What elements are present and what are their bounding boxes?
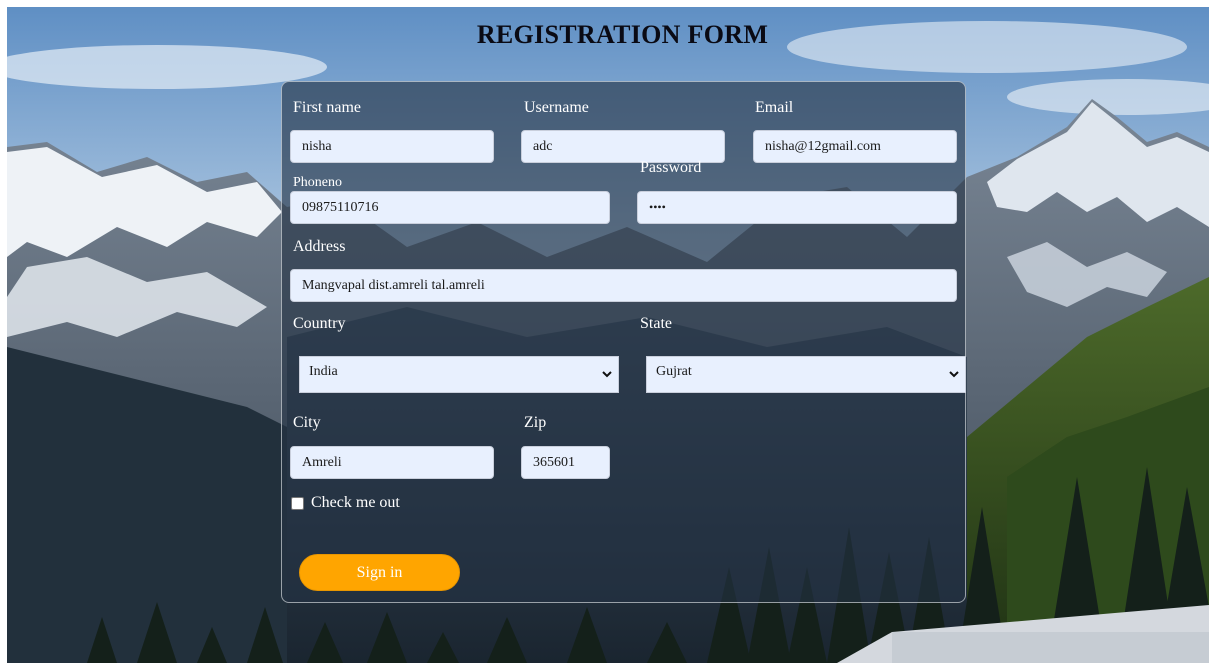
password-label: Password [640, 159, 702, 176]
zip-input[interactable] [521, 446, 610, 479]
city-input[interactable] [290, 446, 494, 479]
phone-label: Phoneno [293, 175, 342, 190]
password-input[interactable] [637, 191, 957, 224]
check-me-out-label: Check me out [311, 494, 400, 511]
username-label: Username [524, 99, 589, 116]
state-selected-value: Gujrat [656, 364, 692, 379]
country-label: Country [293, 315, 346, 332]
phone-input[interactable] [290, 191, 610, 224]
country-select[interactable]: India [299, 356, 619, 393]
address-label: Address [293, 238, 346, 255]
check-me-out-checkbox[interactable] [291, 497, 304, 510]
chevron-down-icon [602, 371, 612, 378]
city-label: City [293, 414, 321, 431]
state-label: State [640, 315, 672, 332]
zip-label: Zip [524, 414, 547, 431]
country-selected-value: India [309, 364, 338, 379]
sign-in-button[interactable]: Sign in [299, 554, 460, 591]
state-select[interactable]: Gujrat [646, 356, 966, 393]
email-input[interactable] [753, 130, 957, 163]
chevron-down-icon [949, 371, 959, 378]
first-name-input[interactable] [290, 130, 494, 163]
first-name-label: First name [293, 99, 361, 116]
email-label: Email [755, 99, 794, 116]
address-input[interactable] [290, 269, 957, 302]
page-title: REGISTRATION FORM [476, 20, 769, 49]
